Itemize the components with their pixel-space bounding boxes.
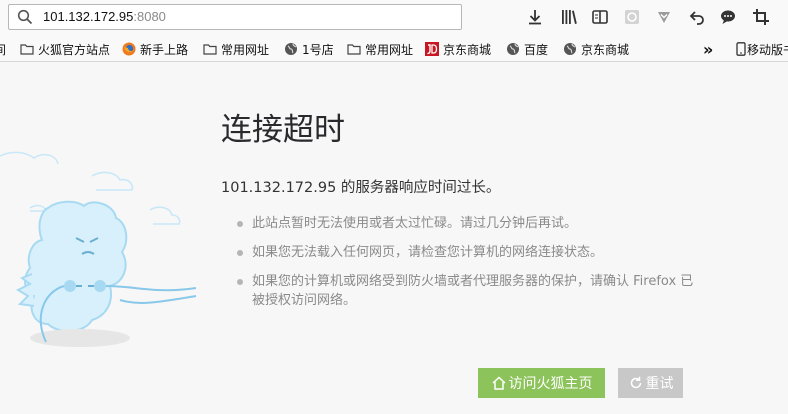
list-item: 如果您无法载入任何网页，请检查您计算机的网络连接状态。 [232, 243, 702, 262]
visit-firefox-home-button[interactable]: 访问火狐主页 [478, 368, 605, 398]
bookmark-label: 常用网址 [365, 42, 414, 57]
bookmark-getting-started[interactable]: 新手上路 [122, 40, 188, 58]
bookmark-label: 火狐官方站点 [38, 42, 111, 57]
crop-icon[interactable] [752, 8, 770, 26]
url-bar[interactable]: 101.132.172.95:8080 [8, 4, 462, 30]
bookmark-label: 新手上路 [140, 42, 189, 57]
folder-icon [20, 42, 34, 56]
url-port: :8080 [133, 9, 166, 24]
error-tips-list: 此站点暂时无法使用或者太过忙碌。请过几分钟后再试。 如果您无法载入任何网页，请检… [232, 214, 702, 320]
bookmark-label: 京东商城 [581, 42, 630, 57]
bookmark-label: 移动版书 [747, 42, 788, 57]
url-text[interactable]: 101.132.172.95:8080 [43, 9, 166, 25]
navigation-toolbar: 101.132.172.95:8080 [0, 0, 788, 36]
bookmark-folder-common-sites[interactable]: 常用网址 [203, 40, 269, 58]
bookmark-label: 常用网址 [221, 42, 270, 57]
bookmark-jd[interactable]: 京东商城 [425, 40, 491, 58]
download-icon[interactable] [526, 8, 544, 26]
bookmark-folder-common-sites-2[interactable]: 常用网址 [347, 40, 413, 58]
bookmarks-bar: 间 火狐官方站点 新手上路 常用网址 1号店 常用网址 京东商城 百度 京东商城… [0, 36, 788, 62]
bookmark-label: 间 [0, 42, 7, 57]
globe-icon [284, 42, 298, 56]
chat-icon[interactable] [719, 8, 737, 26]
globe-icon [563, 42, 577, 56]
refresh-icon [628, 375, 644, 391]
list-item: 如果您的计算机或网络受到防火墙或者代理服务器的保护，请确认 Firefox 已被… [232, 272, 702, 310]
bookmark-baidu[interactable]: 百度 [506, 40, 548, 58]
bookmark-partial[interactable]: 间 [0, 40, 6, 58]
bookmark-label: 百度 [524, 42, 549, 57]
firefox-icon [122, 42, 136, 56]
list-item: 此站点暂时无法使用或者太过忙碌。请过几分钟后再试。 [232, 214, 702, 233]
error-description: 101.132.172.95 的服务器响应时间过长。 [221, 180, 501, 196]
button-label: 访问火狐主页 [508, 376, 593, 392]
bookmark-yhd[interactable]: 1号店 [284, 40, 334, 58]
bookmarks-overflow-button[interactable]: » [703, 39, 714, 59]
error-title: 连接超时 [221, 112, 345, 148]
pocket-icon[interactable] [655, 8, 673, 26]
disconnected-mascot-illustration [0, 150, 200, 360]
home-icon [491, 375, 507, 391]
bookmark-folder-firefox-official[interactable]: 火狐官方站点 [20, 40, 110, 58]
retry-button[interactable]: 重试 [618, 368, 683, 398]
search-icon [17, 9, 33, 25]
bookmark-label: 京东商城 [443, 42, 492, 57]
overflow-chevron-icon: » [703, 39, 714, 59]
url-host: 101.132.172.95 [43, 9, 134, 24]
globe-icon [506, 42, 520, 56]
back-arrow-icon[interactable] [688, 8, 706, 26]
bookmark-jd-2[interactable]: 京东商城 [563, 40, 629, 58]
extension-icon[interactable] [623, 8, 641, 26]
bookmark-label: 1号店 [302, 42, 334, 57]
jd-icon [425, 42, 439, 56]
mobile-phone-icon [734, 42, 746, 56]
reader-view-icon[interactable] [591, 8, 609, 26]
button-label: 重试 [645, 376, 674, 392]
folder-icon [347, 42, 361, 56]
folder-icon [203, 42, 217, 56]
bookmark-mobile[interactable]: 移动版书 [734, 40, 788, 58]
library-icon[interactable] [560, 8, 578, 26]
